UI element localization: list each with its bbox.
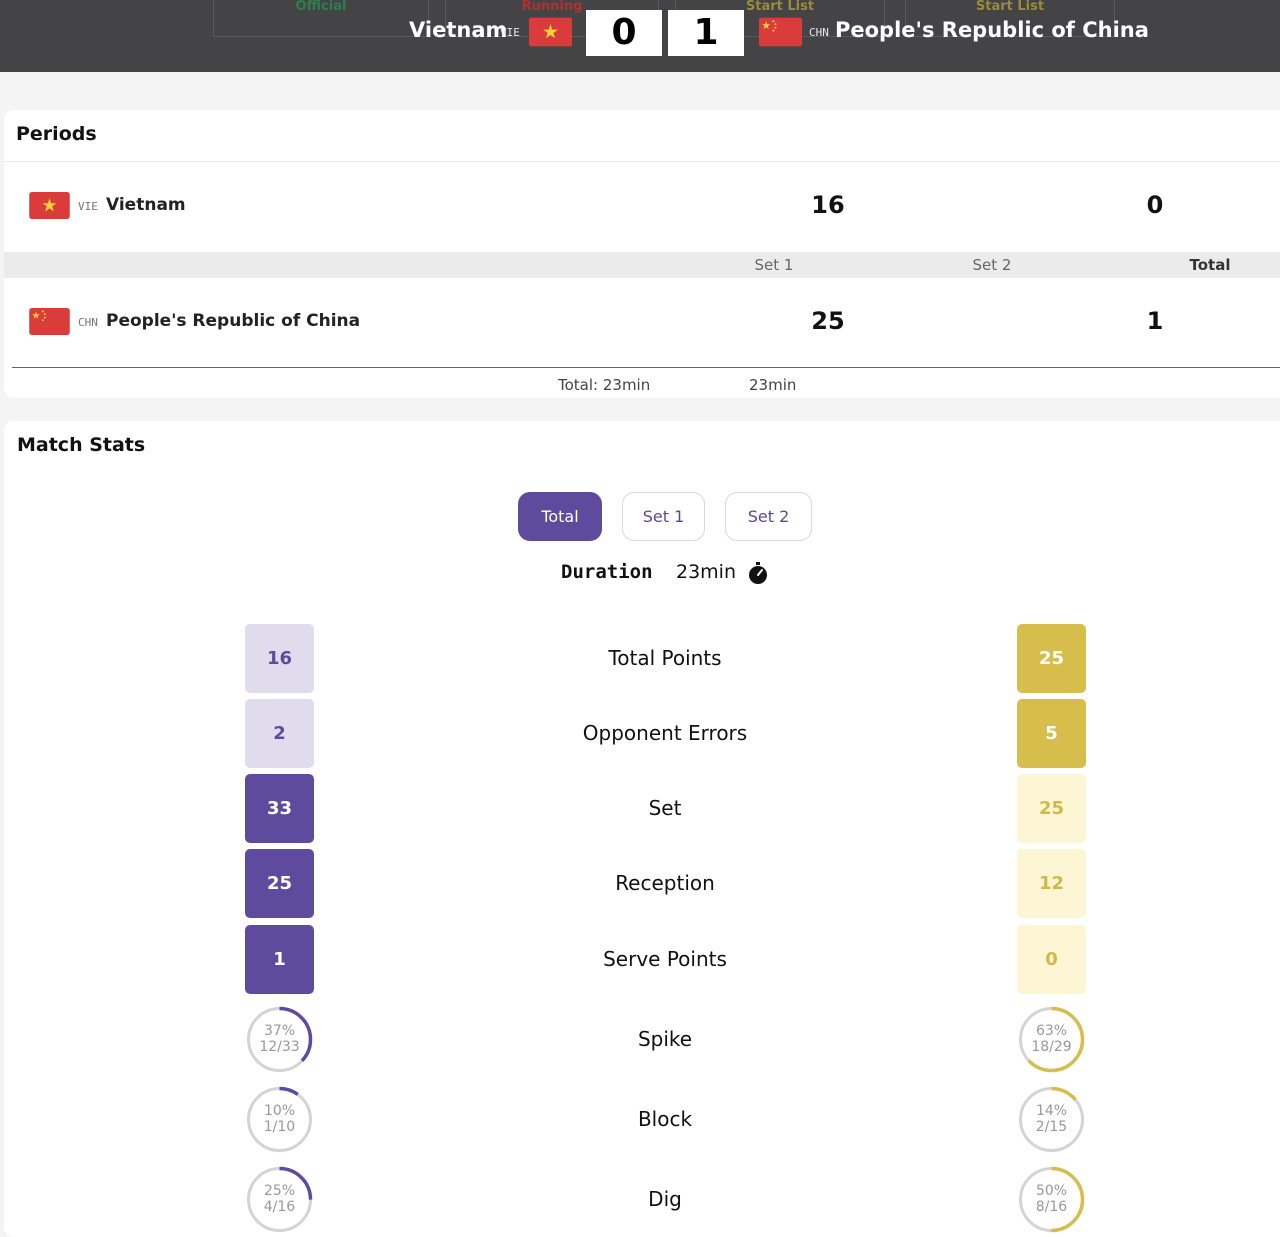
stopwatch-icon bbox=[748, 562, 768, 584]
periods-divider bbox=[4, 161, 1280, 162]
away-ratio-percent: 14% bbox=[1035, 1103, 1068, 1119]
match-header: Official Running Start List Start List V… bbox=[0, 0, 1280, 72]
away-ratio-fraction: 8/16 bbox=[1035, 1199, 1068, 1215]
away-ratio-fraction: 18/29 bbox=[1031, 1039, 1072, 1055]
china-flag-icon bbox=[759, 17, 802, 47]
filter-set2-button[interactable]: Set 2 bbox=[725, 492, 812, 541]
away-team-name[interactable]: People's Republic of China bbox=[835, 18, 1149, 42]
home-stat-value: 16 bbox=[245, 624, 314, 693]
periods-title: Periods bbox=[16, 123, 97, 145]
set1-column-label: Set 1 bbox=[754, 256, 794, 274]
filter-set1-button[interactable]: Set 1 bbox=[622, 492, 705, 541]
away-ratio-ring: 50% 8/16 bbox=[1017, 1165, 1086, 1234]
home-stat-value: 1 bbox=[245, 925, 314, 994]
home-team-name[interactable]: Vietnam bbox=[106, 195, 186, 215]
home-team-code: VIE bbox=[500, 26, 520, 39]
home-total-score: 0 bbox=[1146, 191, 1164, 219]
status-tab-official[interactable]: Official bbox=[213, 0, 429, 37]
home-team-name[interactable]: Vietnam bbox=[409, 18, 507, 42]
stat-label: Reception bbox=[615, 871, 715, 895]
away-ratio-ring: 63% 18/29 bbox=[1017, 1005, 1086, 1074]
stat-label: Total Points bbox=[608, 646, 722, 670]
away-ratio-ring: 14% 2/15 bbox=[1017, 1085, 1086, 1154]
filter-total-button[interactable]: Total bbox=[518, 492, 602, 541]
home-ratio-fraction: 12/33 bbox=[259, 1039, 300, 1055]
set2-column-label: Set 2 bbox=[972, 256, 1012, 274]
away-stat-value: 0 bbox=[1017, 925, 1086, 994]
stat-row-dig: 25% 4/16 Dig 50% 8/16 bbox=[4, 1165, 1280, 1235]
away-team-name[interactable]: People's Republic of China bbox=[106, 311, 360, 331]
stat-label: Set bbox=[648, 796, 682, 820]
home-ratio-percent: 10% bbox=[263, 1103, 296, 1119]
home-stat-value: 2 bbox=[245, 699, 314, 768]
home-ratio-percent: 37% bbox=[263, 1023, 296, 1039]
home-ratio-fraction: 4/16 bbox=[263, 1199, 296, 1215]
stat-row-set: 33 Set 25 bbox=[4, 774, 1280, 844]
home-stat-value: 33 bbox=[245, 774, 314, 843]
away-team-code: CHN bbox=[809, 26, 829, 39]
set1-duration: 23min bbox=[749, 376, 797, 394]
duration-value: 23min bbox=[676, 561, 737, 583]
home-score: 0 bbox=[586, 10, 662, 56]
stat-label: Block bbox=[637, 1107, 693, 1131]
away-stat-value: 25 bbox=[1017, 774, 1086, 843]
away-stat-value: 25 bbox=[1017, 624, 1086, 693]
stat-row-reception: 25 Reception 12 bbox=[4, 849, 1280, 919]
china-flag-icon bbox=[29, 308, 70, 335]
total-duration: Total: 23min bbox=[558, 376, 651, 394]
vietnam-flag-icon bbox=[529, 17, 572, 47]
home-set1-score: 16 bbox=[811, 191, 845, 219]
away-stat-value: 5 bbox=[1017, 699, 1086, 768]
away-total-score: 1 bbox=[1146, 307, 1164, 335]
away-score: 1 bbox=[668, 10, 744, 56]
away-ratio-fraction: 2/15 bbox=[1035, 1119, 1068, 1135]
home-ratio-ring: 25% 4/16 bbox=[245, 1165, 314, 1234]
match-stats-card: Match Stats Total Set 1 Set 2 Duration 2… bbox=[4, 421, 1280, 1237]
duration-label: Duration bbox=[561, 561, 653, 583]
stat-row-serve-points: 1 Serve Points 0 bbox=[4, 925, 1280, 995]
away-ratio-percent: 63% bbox=[1035, 1023, 1068, 1039]
stat-row-total-points: 16 Total Points 25 bbox=[4, 624, 1280, 694]
total-column-label: Total bbox=[1189, 256, 1231, 274]
home-ratio-percent: 25% bbox=[263, 1183, 296, 1199]
status-tab-label: Start List bbox=[975, 0, 1045, 14]
stat-label: Dig bbox=[648, 1187, 682, 1211]
status-tab-label: Official bbox=[295, 0, 347, 14]
vietnam-flag-icon bbox=[29, 192, 70, 219]
away-ratio-percent: 50% bbox=[1035, 1183, 1068, 1199]
match-stats-title: Match Stats bbox=[17, 434, 146, 456]
stat-label: Serve Points bbox=[603, 947, 727, 971]
duration-row: Duration 23min bbox=[4, 561, 1280, 585]
home-ratio-fraction: 1/10 bbox=[263, 1119, 296, 1135]
stat-row-spike: 37% 12/33 Spike 63% 18/29 bbox=[4, 1005, 1280, 1075]
stat-row-opponent-errors: 2 Opponent Errors 5 bbox=[4, 699, 1280, 769]
home-team-code: VIE bbox=[78, 200, 98, 213]
set-column-header: Set 1 Set 2 Total bbox=[4, 252, 1280, 278]
stat-label: Spike bbox=[637, 1027, 693, 1051]
home-ratio-ring: 10% 1/10 bbox=[245, 1085, 314, 1154]
stat-label: Opponent Errors bbox=[582, 721, 748, 745]
away-stat-value: 12 bbox=[1017, 849, 1086, 918]
away-team-code: CHN bbox=[78, 316, 98, 329]
home-ratio-ring: 37% 12/33 bbox=[245, 1005, 314, 1074]
periods-separator bbox=[12, 367, 1280, 368]
periods-card: Periods VIE Vietnam 16 0 Set 1 Set 2 Tot… bbox=[4, 110, 1280, 398]
away-set1-score: 25 bbox=[811, 307, 845, 335]
home-stat-value: 25 bbox=[245, 849, 314, 918]
stat-row-block: 10% 1/10 Block 14% 2/15 bbox=[4, 1085, 1280, 1155]
